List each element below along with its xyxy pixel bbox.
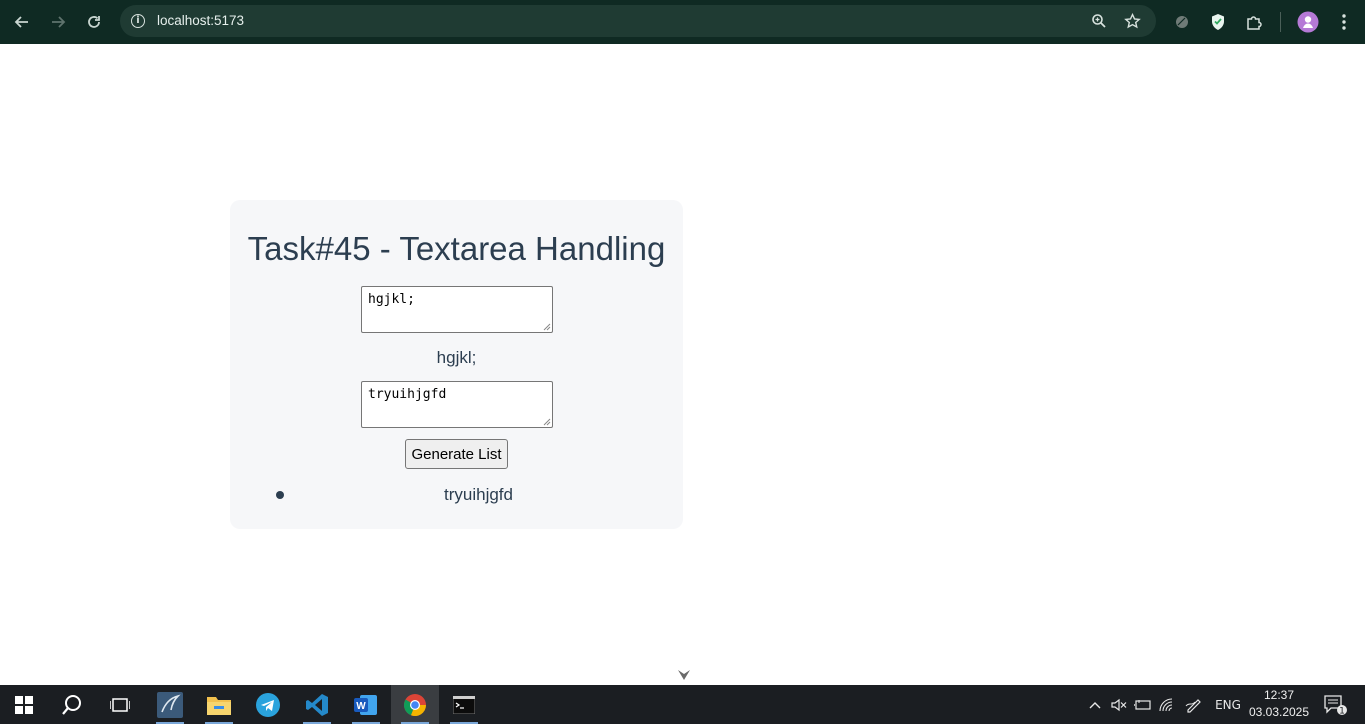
windows-taskbar: W ENG 12:37 03.03.2025 1 — [0, 685, 1365, 724]
kebab-menu-icon[interactable] — [1331, 9, 1357, 35]
chrome-icon[interactable] — [391, 685, 439, 724]
generate-list-button[interactable]: Generate List — [405, 439, 508, 469]
adguard-shield-icon[interactable] — [1205, 9, 1231, 35]
textarea-input-1[interactable]: hgjkl; — [361, 286, 553, 333]
language-indicator[interactable]: ENG — [1210, 685, 1246, 724]
address-bar[interactable]: i localhost:5173 — [120, 5, 1156, 37]
clock-time: 12:37 — [1263, 688, 1295, 702]
reload-icon[interactable] — [80, 8, 108, 36]
page-title: Task#45 - Textarea Handling — [247, 230, 666, 267]
search-icon[interactable] — [48, 685, 96, 724]
task-card: Task#45 - Textarea Handling hgjkl; hgjkl… — [230, 200, 683, 529]
back-arrow-icon[interactable] — [8, 8, 36, 36]
task-view-icon[interactable] — [96, 685, 144, 724]
list-item: tryuihjgfd — [444, 485, 513, 504]
mysql-workbench-icon[interactable] — [146, 685, 194, 724]
url-text[interactable]: localhost:5173 — [157, 13, 244, 28]
forward-arrow-icon[interactable] — [44, 8, 72, 36]
textarea-2-value: tryuihjgfd — [368, 387, 447, 402]
resize-grip-icon[interactable] — [543, 323, 551, 331]
pen-tablet-icon[interactable] — [1183, 685, 1205, 724]
textarea-input-2[interactable]: tryuihjgfd — [361, 381, 553, 428]
zoom-icon[interactable] — [1088, 11, 1110, 31]
puzzle-extensions-icon[interactable] — [1241, 9, 1267, 35]
word-icon[interactable]: W — [342, 685, 390, 724]
list-bullet-icon — [276, 491, 284, 499]
volume-muted-icon[interactable] — [1108, 685, 1130, 724]
resize-grip-icon[interactable] — [543, 418, 551, 426]
file-explorer-icon[interactable] — [195, 685, 243, 724]
network-wifi-icon[interactable] — [1157, 685, 1179, 724]
textarea-1-value: hgjkl; — [368, 292, 415, 307]
profile-avatar[interactable] — [1295, 9, 1321, 35]
echo-text: hgjkl; — [436, 348, 477, 367]
browser-toolbar: i localhost:5173 — [0, 0, 1365, 44]
notification-count: 1 — [1339, 706, 1345, 716]
clock-date: 03.03.2025 — [1248, 705, 1310, 719]
tray-chevron-up-icon[interactable] — [1084, 685, 1106, 724]
notification-center-icon[interactable]: 1 — [1320, 685, 1350, 724]
site-info-icon[interactable]: i — [128, 11, 148, 31]
windows-start-icon[interactable] — [0, 685, 48, 724]
battery-icon[interactable] — [1132, 685, 1154, 724]
bookmark-star-icon[interactable] — [1121, 11, 1143, 31]
toolbar-divider — [1280, 12, 1281, 32]
telegram-icon[interactable] — [244, 685, 292, 724]
extension-grey-icon[interactable] — [1169, 9, 1195, 35]
terminal-icon[interactable] — [440, 685, 488, 724]
svg-text:W: W — [356, 701, 366, 712]
vscode-icon[interactable] — [293, 685, 341, 724]
taskbar-clock[interactable]: 12:37 03.03.2025 — [1246, 687, 1312, 721]
